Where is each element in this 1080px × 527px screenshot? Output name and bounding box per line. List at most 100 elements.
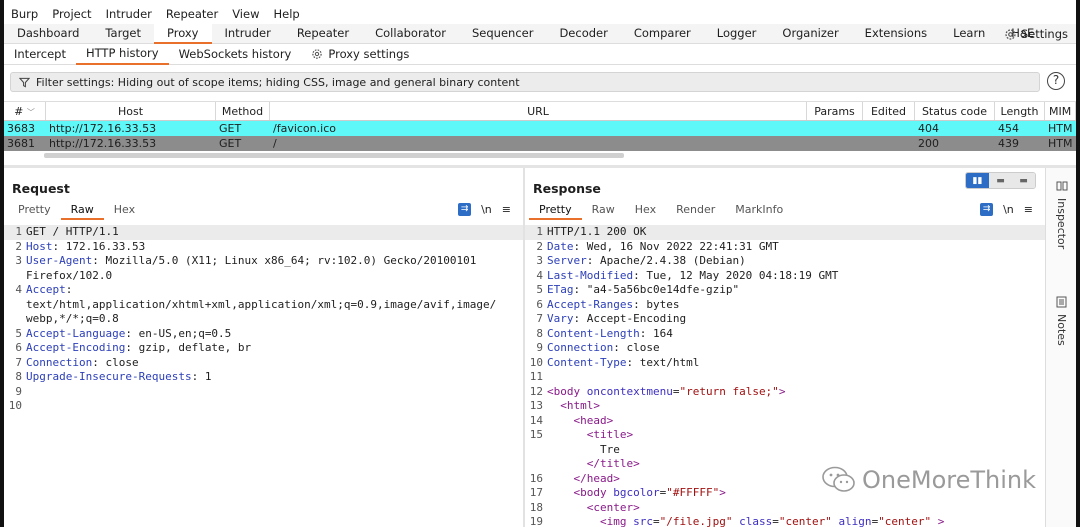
code-token: Accept-Language (26, 326, 126, 340)
menu-burp[interactable]: Burp (4, 7, 45, 21)
menu-help[interactable]: Help (266, 7, 306, 21)
menu-repeater[interactable]: Repeater (159, 7, 225, 21)
tab-collaborator[interactable]: Collaborator (362, 24, 459, 44)
cell-host: http://172.16.33.53 (49, 137, 157, 150)
code-token: "/file.jpg" (659, 515, 733, 527)
line-text: <title> (547, 428, 1045, 443)
table-row[interactable]: 3681 http://172.16.33.53 GET / 200 439 H… (4, 136, 1076, 151)
request-tab-hex[interactable]: Hex (104, 202, 145, 220)
tab-dashboard[interactable]: Dashboard (4, 24, 92, 44)
tab-http-history[interactable]: HTTP history (75, 44, 169, 65)
code-line: 1 HTTP/1.1 200 OK (525, 225, 1045, 240)
tab-proxy[interactable]: Proxy (153, 23, 212, 44)
code-token: > (778, 384, 786, 398)
line-number: 10 (8, 399, 22, 412)
code-token: : (65, 283, 73, 296)
column-header-status-code[interactable]: Status code (915, 102, 995, 120)
column-header-mime[interactable]: MIM (1045, 102, 1076, 120)
settings-button[interactable]: Settings (1004, 24, 1068, 44)
code-token: Vary (547, 312, 574, 325)
tab-target[interactable]: Target (92, 24, 154, 44)
cell-url: /favicon.ico (273, 122, 336, 135)
inspector-label: Inspector (1055, 198, 1068, 250)
tab-intercept[interactable]: Intercept (4, 44, 76, 65)
horizontal-scrollbar[interactable] (44, 153, 624, 158)
tab-organizer[interactable]: Organizer (769, 24, 851, 44)
response-tab-markinfo[interactable]: MarkInfo (725, 202, 793, 220)
code-token: <head> (547, 413, 614, 427)
column-header-edited[interactable]: Edited (863, 102, 915, 120)
newline-toggle-icon[interactable]: \n (1003, 203, 1014, 216)
line-number: 10 (529, 355, 543, 369)
table-header: # ﹀ Host Method URL Params Edited Status… (4, 101, 1076, 121)
column-header-method[interactable]: Method (216, 102, 270, 120)
response-tab-pretty[interactable]: Pretty (529, 202, 582, 220)
tab-comparer[interactable]: Comparer (621, 24, 704, 44)
code-token: <title> (547, 428, 634, 441)
cell-method: GET (219, 137, 242, 150)
line-text (547, 370, 1045, 385)
hamburger-menu-icon[interactable]: ≡ (1024, 203, 1033, 216)
line-text: GET / HTTP/1.1 (26, 225, 523, 240)
line-text: Accept-Language: en-US,en;q=0.5 (26, 327, 523, 342)
tab-repeater[interactable]: Repeater (284, 24, 362, 44)
tab-decoder[interactable]: Decoder (546, 24, 620, 44)
column-header-host[interactable]: Host (46, 102, 216, 120)
tab-intercept-label: Intercept (14, 46, 66, 61)
newline-toggle-icon[interactable]: \n (481, 203, 492, 216)
code-token: Host (26, 239, 53, 253)
code-token: : text/html (626, 355, 700, 369)
line-number: 2 (536, 239, 543, 253)
code-token: Firefox/102.0 (26, 268, 113, 282)
tab-proxy-settings[interactable]: Proxy settings (301, 44, 419, 65)
line-number: 3 (536, 254, 543, 267)
tab-intruder[interactable]: Intruder (212, 24, 284, 44)
menu-view[interactable]: View (225, 7, 266, 21)
layout-stacked-icon[interactable]: ▬ (989, 173, 1012, 188)
inspector-sidebar: Inspector Notes (1045, 168, 1076, 527)
layout-tabs-icon[interactable]: ▬ (1012, 173, 1035, 188)
code-token: User-Agent (26, 254, 93, 267)
tab-sequencer[interactable]: Sequencer (459, 24, 546, 44)
menu-project[interactable]: Project (45, 7, 98, 21)
tab-extensions[interactable]: Extensions (852, 24, 940, 44)
hamburger-menu-icon[interactable]: ≡ (502, 203, 511, 216)
tab-learn[interactable]: Learn (940, 24, 998, 44)
word-wrap-icon[interactable]: ⇉ (458, 203, 472, 216)
response-tab-render[interactable]: Render (666, 202, 725, 220)
response-tab-raw[interactable]: Raw (582, 202, 625, 220)
table-row[interactable]: 3683 http://172.16.33.53 GET /favicon.ic… (4, 121, 1076, 136)
filter-settings-bar[interactable]: Filter settings: Hiding out of scope ite… (10, 72, 1040, 92)
request-tab-raw[interactable]: Raw (60, 202, 104, 220)
column-header-params[interactable]: Params (807, 102, 863, 120)
cell-params (807, 121, 863, 136)
line-text: <head> (547, 414, 1045, 429)
cell-url: / (273, 137, 277, 150)
column-header-number[interactable]: # ﹀ (4, 102, 46, 120)
notes-tab[interactable]: Notes (1046, 296, 1077, 346)
tab-logger[interactable]: Logger (704, 24, 770, 44)
code-line: 4 Accept: (4, 283, 523, 298)
request-tab-pretty[interactable]: Pretty (8, 202, 61, 220)
code-token: bgcolor (613, 486, 660, 499)
code-token: : bytes (633, 297, 680, 311)
line-text: <html> (547, 399, 1045, 414)
code-token: > (931, 515, 945, 527)
response-tab-hex[interactable]: Hex (625, 202, 666, 220)
line-text: Accept: (26, 283, 523, 298)
word-wrap-icon[interactable]: ⇉ (980, 203, 994, 216)
column-header-url[interactable]: URL (270, 102, 807, 120)
tab-websockets-history[interactable]: WebSockets history (169, 44, 302, 65)
code-token: text/html,application/xhtml+xml,applicat… (26, 297, 497, 311)
request-editor[interactable]: 1 GET / HTTP/1.1 2 Host: 172.16.33.53 3 User-… (4, 225, 523, 414)
column-header-length[interactable]: Length (995, 102, 1045, 120)
request-editor-tools: ⇉ \n ≡ (458, 203, 511, 216)
layout-side-by-side-icon[interactable]: ▮▮ (966, 173, 989, 188)
code-line: Tre (525, 443, 1045, 458)
code-line: 8 Content-Length: 164 (525, 327, 1045, 342)
help-icon[interactable]: ? (1047, 72, 1065, 90)
inspector-tab[interactable]: Inspector (1046, 180, 1077, 249)
code-token: Content-Length (547, 326, 640, 340)
menu-intruder[interactable]: Intruder (99, 7, 159, 21)
cell-mime: HTM (1048, 122, 1073, 135)
